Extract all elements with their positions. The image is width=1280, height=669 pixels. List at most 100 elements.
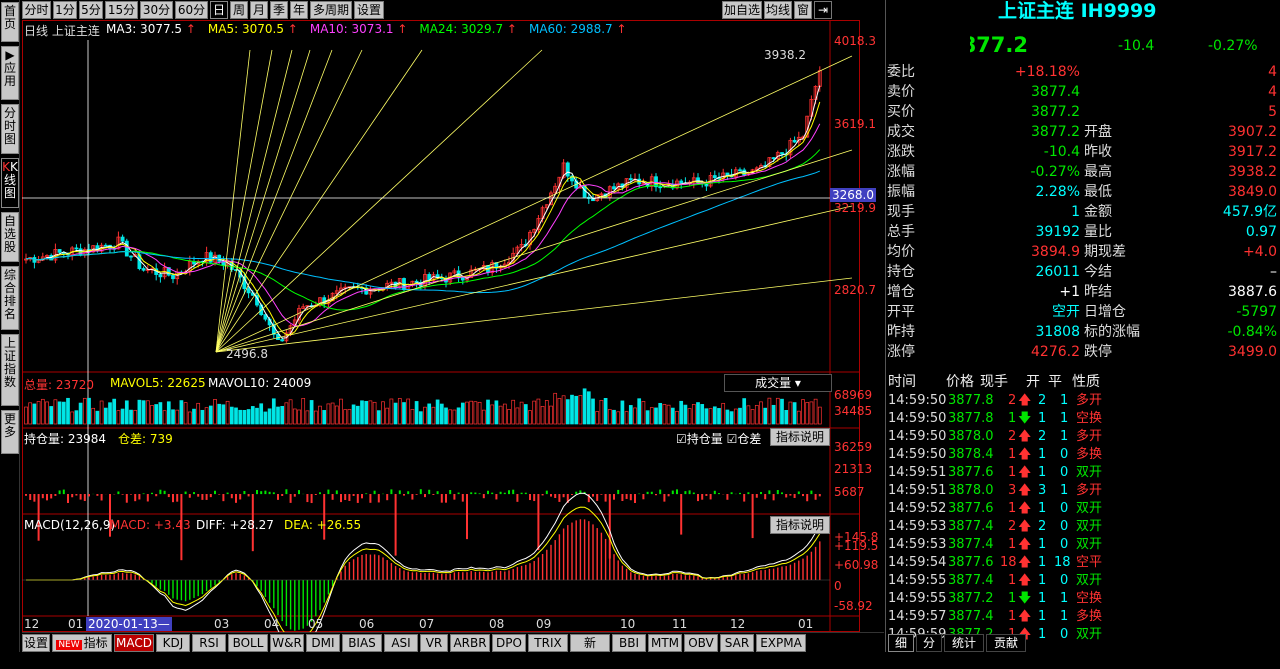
- oi-bar: [651, 492, 653, 494]
- period-1m[interactable]: 1分: [53, 1, 77, 19]
- period-day[interactable]: 日: [210, 1, 228, 19]
- candle-body: [772, 158, 775, 159]
- oi-bar: [122, 494, 124, 495]
- gann-line: [216, 278, 852, 352]
- tab-indicator-18[interactable]: SAR: [720, 634, 754, 652]
- tab-indicator-12[interactable]: DPO: [492, 634, 526, 652]
- trade-price: 3877.8: [948, 410, 994, 428]
- trade-close: 0: [1060, 464, 1068, 482]
- tab-indicator-3[interactable]: KDJ: [156, 634, 190, 652]
- tab-indicator-10[interactable]: VR: [420, 634, 448, 652]
- tab-indicator-0[interactable]: 设置: [22, 634, 50, 652]
- tab-indicator-19[interactable]: EXPMA: [756, 634, 806, 652]
- oi-bar: [130, 494, 132, 495]
- period-60m[interactable]: 60分: [175, 1, 208, 19]
- period-5m[interactable]: 5分: [79, 1, 103, 19]
- candle-body: [247, 289, 250, 293]
- exit-icon[interactable]: ⇥: [814, 1, 832, 19]
- diff-checkbox-label: 仓差: [737, 432, 761, 446]
- tab-indicator-14[interactable]: 新DMA: [570, 634, 610, 652]
- quote-row: 现手1金额457.9亿: [886, 202, 1280, 222]
- quote-key: 现手: [887, 202, 915, 222]
- tab-apps[interactable]: ▶应用: [1, 46, 19, 100]
- tab-watchlist[interactable]: 自选股: [1, 212, 19, 262]
- window-button[interactable]: 窗: [794, 1, 812, 19]
- volume-bar: [739, 408, 742, 424]
- settings-button[interactable]: 设置: [354, 1, 384, 19]
- oi-bar: [101, 494, 103, 500]
- vol-total: 总量: 23720: [24, 376, 94, 393]
- tab-indicator-6[interactable]: W&R: [270, 634, 304, 652]
- volume-bar: [600, 400, 603, 424]
- oi-bar: [819, 494, 821, 496]
- tab-timeshare[interactable]: 分时图: [1, 104, 19, 154]
- tab-indicator-13[interactable]: TRIX: [528, 634, 568, 652]
- trade-nature: 双开: [1076, 626, 1102, 644]
- oi-bar: [474, 493, 476, 495]
- trade-time: 14:59:50: [888, 392, 946, 410]
- quote-tab-2[interactable]: 统计: [944, 634, 984, 652]
- tab-indicator-9[interactable]: ASI: [384, 634, 418, 652]
- oi-bar: [285, 489, 287, 494]
- oi-bar: [605, 494, 607, 502]
- volume-bar: [352, 405, 355, 424]
- period-month[interactable]: 月: [250, 1, 268, 19]
- volume-bar: [642, 401, 645, 424]
- gann-line: [216, 206, 852, 352]
- tab-indicator-5[interactable]: BOLL: [228, 634, 268, 652]
- axis-label: -58.92: [834, 599, 873, 613]
- period-timeshare[interactable]: 分时: [22, 1, 51, 19]
- oi-label: 持仓量: 23984: [24, 430, 106, 447]
- volume-bar: [319, 406, 322, 424]
- volume-bar: [163, 411, 166, 424]
- quote-value2: 3887.6: [1228, 282, 1277, 302]
- quote-key2: 最高: [1084, 162, 1112, 182]
- trade-nature: 多开: [1076, 428, 1102, 446]
- add-watchlist-button[interactable]: 加自选: [722, 1, 762, 19]
- oi-checkbox[interactable]: ☑持仓量 ☑仓差: [676, 430, 761, 447]
- tab-indicator-15[interactable]: BBI: [612, 634, 646, 652]
- period-15m[interactable]: 15分: [105, 1, 138, 19]
- oi-bar: [542, 494, 544, 495]
- indicator-tabs: 设置NEW指标广场MACDKDJRSIBOLLW&RDMIBIASASIVRAR…: [22, 632, 884, 652]
- axis-label: +60.98: [834, 558, 878, 572]
- trade-open: 2: [1038, 518, 1046, 536]
- tab-indicator-7[interactable]: DMI: [306, 634, 340, 652]
- volume-bar: [755, 405, 758, 424]
- period-week[interactable]: 周: [230, 1, 248, 19]
- quote-tab-3[interactable]: 贡献: [986, 634, 1026, 652]
- volume-bar: [818, 407, 821, 424]
- quote-tab-1[interactable]: 分: [916, 634, 942, 652]
- tab-ranking[interactable]: 综合排名: [1, 266, 19, 330]
- tab-indicator-4[interactable]: RSI: [192, 634, 226, 652]
- period-year[interactable]: 年: [290, 1, 308, 19]
- indicator-help-button[interactable]: 指标说明: [770, 428, 830, 446]
- quote-value: 31808: [1035, 322, 1080, 342]
- tab-sh-index[interactable]: 上证指数: [1, 334, 19, 406]
- period-30m[interactable]: 30分: [140, 1, 173, 19]
- volume-bar: [180, 401, 183, 424]
- tab-indicator-8[interactable]: BIAS: [342, 634, 382, 652]
- tab-indicator-11[interactable]: ARBR: [450, 634, 490, 652]
- tab-indicator-1[interactable]: NEW指标广场: [52, 634, 112, 652]
- volume-bar: [226, 401, 229, 424]
- tab-kline[interactable]: KK线图: [1, 158, 19, 208]
- trade-header-cell: 价格: [946, 372, 974, 392]
- quote-value2: 3499.0: [1228, 342, 1277, 362]
- trade-open: 1: [1038, 554, 1046, 572]
- tab-indicator-16[interactable]: MTM: [648, 634, 682, 652]
- volume-bar: [482, 410, 485, 424]
- tab-indicator-2[interactable]: MACD: [114, 634, 154, 652]
- tab-indicator-17[interactable]: OBV: [684, 634, 718, 652]
- quote-tab-0[interactable]: 细: [888, 634, 914, 652]
- macd-help-button[interactable]: 指标说明: [770, 516, 830, 534]
- ma-button[interactable]: 均线: [764, 1, 792, 19]
- volume-bar: [634, 408, 637, 424]
- kline-chart[interactable]: 日线 上证主连 MA3: 3077.5 ↑MA5: 3070.5 ↑MA10: …: [22, 20, 860, 632]
- tab-home[interactable]: 首页: [1, 2, 19, 42]
- tab-more[interactable]: 更多: [1, 410, 19, 454]
- trade-time: 14:59:55: [888, 590, 946, 608]
- indicator-select[interactable]: 成交量 ▾: [724, 374, 832, 392]
- period-multi[interactable]: 多周期: [310, 1, 352, 19]
- period-quarter[interactable]: 季: [270, 1, 288, 19]
